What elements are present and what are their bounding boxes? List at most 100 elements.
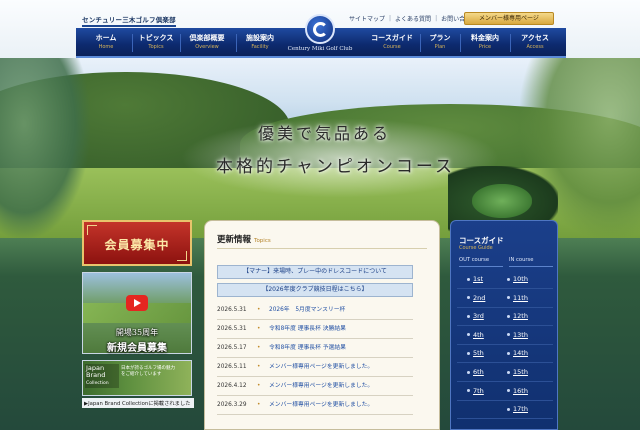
news-title: メンバー様専用ページを更新しました。 [269,402,374,408]
nav-overview-label: 倶楽部概要 [189,34,225,42]
news-date: 2026.4.12 [217,383,247,389]
member-recruit-banner[interactable]: 会員募集中 [82,220,192,266]
nav-divider [420,34,421,52]
hole-link-out[interactable]: 5th [467,349,484,357]
topics-heading-text: 更新情報 [217,235,252,245]
bullet-icon [507,314,510,318]
nav-plan-label: プラン [429,34,451,42]
promo-video-banner[interactable]: 開場35周年 新規会員募集 [82,272,192,354]
hole-link-out[interactable]: 1st [467,275,483,283]
separator: | [435,15,438,22]
news-item[interactable]: 2026.3.29 • メンバー様専用ページを更新しました。 [217,396,413,415]
nav-access[interactable]: アクセス Access [512,33,558,50]
hole-label: 16th [513,386,528,395]
club-emblem [305,14,335,44]
member-page-button[interactable]: メンバー様専用ページ [464,12,554,25]
news-date: 2026.5.31 [217,307,247,313]
news-date: 2026.5.31 [217,326,247,332]
jbc-caption-link[interactable]: ▶Japan Brand Collectionに掲載されました [82,398,194,408]
news-date: 2026.5.11 [217,364,247,370]
news-item[interactable]: 2026.5.31 • 2026年 5月度マンスリー杯 [217,301,413,320]
news-item[interactable]: 2026.4.12 • メンバー様専用ページを更新しました。 [217,377,413,396]
member-recruit-label: 会員募集中 [104,238,170,252]
video-caption-line1: 開場35周年 [115,328,159,337]
hole-link-in[interactable]: 15th [507,368,528,376]
hole-label: 13th [513,330,528,339]
row-divider [457,306,553,308]
hole-link-out[interactable]: 3rd [467,312,484,320]
hole-label: 14th [513,349,528,358]
site-logo[interactable]: センチュリー三木ゴルフ倶楽部 [82,14,176,27]
nav-divider [510,34,511,52]
hole-link-in[interactable]: 14th [507,349,528,357]
nav-course-label: コースガイド [371,34,413,42]
youtube-play-icon[interactable] [126,295,148,311]
topics-heading-en: Topics [254,238,271,244]
nav-topics[interactable]: トピックス Topics [134,33,178,50]
video-caption-line2: 新規会員募集 [107,343,167,354]
hole-label: 2nd [473,293,486,302]
bullet-icon [507,333,510,337]
bullet-icon: • [257,402,261,408]
hole-label: 4th [473,330,484,339]
hole-link-out[interactable]: 6th [467,368,484,376]
hole-link-out[interactable]: 2nd [467,294,485,302]
bullet-icon [507,389,510,393]
faq-link[interactable]: よくある質問 [395,14,431,23]
topics-panel: 更新情報 Topics 【マナー】来場時、プレー中のドレスコードについて 【202… [204,220,440,430]
hole-link-in[interactable]: 10th [507,275,528,283]
hole-link-in[interactable]: 16th [507,387,528,395]
japan-brand-collection-banner[interactable]: Japan Brand Collection 日本が誇るゴルフ場の魅力をご紹介し… [82,360,192,396]
news-item[interactable]: 2026.5.11 • メンバー様専用ページを更新しました。 [217,358,413,377]
hero-catchphrase-1: 優美で気品ある [258,124,392,143]
hole-link-in[interactable]: 13th [507,331,528,339]
club-logo[interactable]: Century Miki Golf Club [280,14,360,58]
news-title: 2026年 5月度マンスリー杯 [269,307,346,313]
hole-link-in[interactable]: 11th [507,294,528,302]
bullet-icon [467,389,470,393]
hero-banner: 優美で気品ある 本格的チャンピオンコース [0,58,640,238]
tree [0,58,90,238]
news-title: 令和8年度 理事長杯 決勝結果 [269,326,346,332]
hole-label: 3rd [473,312,484,321]
nav-price-label: 料金案内 [471,34,499,42]
hole-label: 1st [473,275,484,283]
hole-label: 15th [513,368,528,376]
nav-home-label: ホーム [95,34,117,42]
bullet-icon [507,277,510,281]
nav-topics-label: トピックス [138,34,174,42]
nav-facility[interactable]: 施設案内 Facility [238,33,282,50]
row-divider [457,343,553,345]
hole-link-in[interactable]: 17th [507,405,528,413]
hole-link-in[interactable]: 12th [507,312,528,320]
bullet-icon [467,370,470,374]
nav-plan[interactable]: プラン Plan [422,33,458,50]
nav-price[interactable]: 料金案内 Price [462,33,508,50]
hole-link-out[interactable]: 4th [467,331,484,339]
bullet-icon [467,296,470,300]
news-date: 2026.5.17 [217,345,247,351]
news-title: メンバー様専用ページを更新しました。 [269,364,374,370]
notice-dresscode-link[interactable]: 【マナー】来場時、プレー中のドレスコードについて [217,265,413,279]
bullet-icon: • [257,383,261,389]
nav-access-sublabel: Access [526,44,544,50]
nav-overview[interactable]: 倶楽部概要 Overview [182,33,232,50]
row-divider [457,399,553,401]
news-item[interactable]: 2026.5.17 • 令和8年度 理事長杯 予選結果 [217,339,413,358]
nav-home[interactable]: ホーム Home [86,33,126,50]
nav-access-label: アクセス [521,34,549,42]
news-date: 2026.3.29 [217,402,247,408]
hole-label: 7th [473,386,484,395]
nav-facility-sublabel: Facility [251,44,269,50]
news-item[interactable]: 2026.5.31 • 令和8年度 理事長杯 決勝結果 [217,320,413,339]
notice-schedule-link[interactable]: 【2026年度クラブ競技日程はこちら】 [217,283,413,297]
nav-overview-sublabel: Overview [195,44,219,50]
row-divider [457,418,553,420]
news-title: メンバー様専用ページを更新しました。 [269,383,374,389]
c-emblem-icon [313,22,328,37]
nav-course[interactable]: コースガイド Course [366,33,418,50]
out-course-heading: OUT course [459,257,503,267]
bullet-icon [507,296,510,300]
hole-link-out[interactable]: 7th [467,387,484,395]
nav-course-sublabel: Course [383,44,401,50]
